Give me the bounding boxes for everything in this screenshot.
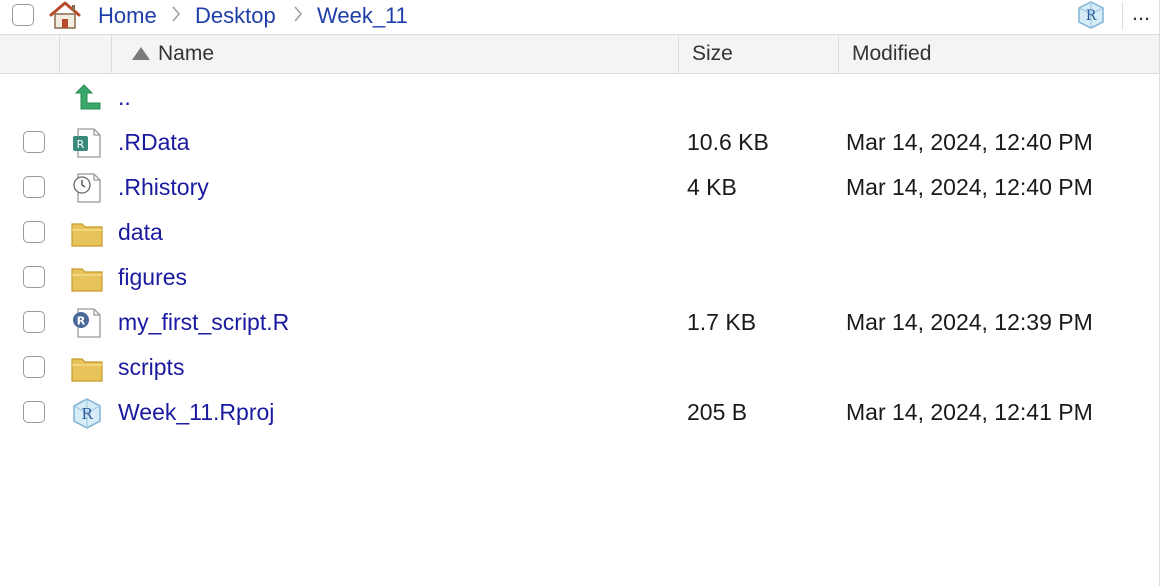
svg-text:R: R bbox=[77, 138, 85, 151]
header-size-column[interactable]: Size bbox=[679, 35, 839, 73]
select-all-checkbox[interactable] bbox=[12, 4, 34, 26]
file-name[interactable]: Week_11.Rproj bbox=[118, 399, 274, 425]
folder-icon bbox=[71, 223, 103, 247]
svg-text:R: R bbox=[77, 315, 86, 328]
row-checkbox[interactable] bbox=[23, 176, 45, 198]
row-checkbox[interactable] bbox=[23, 266, 45, 288]
file-name[interactable]: .. bbox=[118, 84, 131, 110]
row-checkbox[interactable] bbox=[23, 221, 45, 243]
file-row[interactable]: figures bbox=[0, 255, 1160, 300]
file-row[interactable]: data bbox=[0, 210, 1160, 255]
breadcrumb-separator bbox=[170, 3, 182, 32]
file-row[interactable]: R my_first_script.R 1.7 KB Mar 14, 2024,… bbox=[0, 300, 1160, 345]
files-pane: Home Desktop Week_11 R ... Name Size Mod… bbox=[0, 0, 1174, 586]
header-modified-label: Modified bbox=[852, 42, 932, 65]
file-name[interactable]: scripts bbox=[118, 354, 184, 380]
breadcrumb-desktop[interactable]: Desktop bbox=[195, 3, 276, 29]
pane-scrollbar[interactable] bbox=[1159, 0, 1174, 586]
header-checkbox-column bbox=[0, 35, 60, 73]
header-size-label: Size bbox=[692, 42, 733, 65]
row-checkbox[interactable] bbox=[23, 401, 45, 423]
history-file-icon bbox=[73, 173, 101, 203]
file-row[interactable]: scripts bbox=[0, 345, 1160, 390]
svg-text:R: R bbox=[81, 405, 93, 423]
file-size: 4 KB bbox=[687, 174, 737, 200]
file-name[interactable]: figures bbox=[118, 264, 187, 290]
file-name[interactable]: .Rhistory bbox=[118, 174, 209, 200]
folder-icon bbox=[71, 268, 103, 292]
breadcrumb-week-11[interactable]: Week_11 bbox=[317, 3, 408, 29]
file-size: 10.6 KB bbox=[687, 129, 769, 155]
file-name[interactable]: data bbox=[118, 219, 163, 245]
header-icon-column bbox=[60, 35, 112, 73]
file-modified: Mar 14, 2024, 12:39 PM bbox=[846, 309, 1093, 335]
file-name[interactable]: .RData bbox=[118, 129, 190, 155]
row-checkbox[interactable] bbox=[23, 356, 45, 378]
file-size: 205 B bbox=[687, 399, 748, 425]
rdata-file-icon: R bbox=[73, 128, 101, 158]
file-modified: Mar 14, 2024, 12:40 PM bbox=[846, 174, 1093, 200]
r-script-icon: R bbox=[73, 308, 101, 338]
column-header: Name Size Modified bbox=[0, 34, 1160, 74]
breadcrumb-separator bbox=[292, 3, 304, 32]
file-row[interactable]: .Rhistory 4 KB Mar 14, 2024, 12:40 PM bbox=[0, 165, 1160, 210]
r-project-icon[interactable]: R bbox=[1076, 0, 1106, 30]
header-modified-column[interactable]: Modified bbox=[839, 35, 1160, 73]
svg-text:R: R bbox=[1086, 8, 1097, 24]
folder-icon bbox=[71, 358, 103, 382]
file-row[interactable]: R Week_11.Rproj 205 B Mar 14, 2024, 12:4… bbox=[0, 390, 1160, 435]
file-modified: Mar 14, 2024, 12:41 PM bbox=[846, 399, 1093, 425]
up-arrow-icon bbox=[74, 84, 101, 110]
header-name-label: Name bbox=[158, 42, 215, 65]
file-size: 1.7 KB bbox=[687, 309, 757, 335]
sort-ascending-icon bbox=[132, 47, 150, 60]
row-checkbox[interactable] bbox=[23, 311, 45, 333]
file-modified: Mar 14, 2024, 12:40 PM bbox=[846, 129, 1093, 155]
more-options-button[interactable]: ... bbox=[1122, 2, 1159, 30]
breadcrumb-home[interactable]: Home bbox=[98, 3, 157, 29]
file-row[interactable]: R .RData 10.6 KB Mar 14, 2024, 12:40 PM bbox=[0, 120, 1160, 165]
breadcrumb: Home Desktop Week_11 R ... bbox=[0, 0, 1160, 34]
file-row-parent[interactable]: .. bbox=[0, 75, 1160, 120]
rproj-file-icon: R bbox=[73, 398, 101, 429]
header-name-column[interactable]: Name bbox=[112, 35, 679, 73]
file-name[interactable]: my_first_script.R bbox=[118, 309, 289, 335]
home-icon[interactable] bbox=[48, 0, 82, 30]
row-checkbox[interactable] bbox=[23, 131, 45, 153]
